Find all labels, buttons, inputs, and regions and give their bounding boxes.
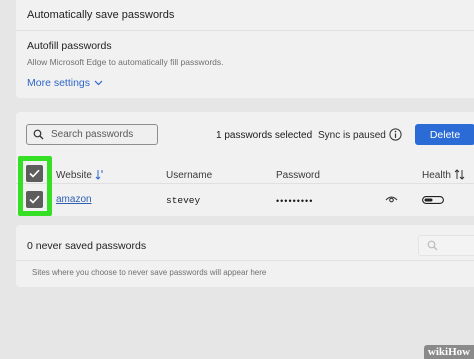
more-settings-label: More settings <box>27 77 91 89</box>
search-icon <box>427 240 438 251</box>
autofill-description: Allow Microsoft Edge to automatically fi… <box>27 57 224 67</box>
health-sort-icon[interactable] <box>454 169 465 180</box>
never-saved-card: 0 never saved passwords Sites where you … <box>16 225 474 287</box>
search-input[interactable] <box>51 129 151 140</box>
info-icon[interactable] <box>389 128 402 141</box>
never-saved-title: 0 never saved passwords <box>27 240 147 252</box>
delete-button[interactable]: Delete <box>415 124 474 145</box>
settings-divider <box>16 30 474 31</box>
selected-count: 1 passwords selected <box>216 130 313 141</box>
sort-icon[interactable] <box>95 169 105 180</box>
autosave-label: Automatically save passwords <box>27 9 175 21</box>
header-divider <box>16 183 474 184</box>
password-column-header: Password <box>276 170 320 181</box>
health-header-label: Health <box>422 170 451 181</box>
table-row-username: stevey <box>166 195 201 206</box>
website-link[interactable]: amazon <box>56 194 92 205</box>
website-header-label: Website <box>56 170 92 181</box>
health-bar-icon <box>422 196 444 204</box>
autofill-title: Autofill passwords <box>27 40 112 52</box>
health-column-header[interactable]: Health <box>422 170 451 181</box>
search-passwords-field[interactable] <box>26 124 158 145</box>
never-saved-divider <box>16 260 474 261</box>
username-column-header: Username <box>166 170 213 181</box>
chevron-down-icon <box>94 80 103 86</box>
search-icon <box>33 129 44 140</box>
never-saved-description: Sites where you choose to never save pas… <box>32 268 267 277</box>
autofill-settings-card: Automatically save passwords Autofill pa… <box>16 0 474 98</box>
checkbox-highlight <box>18 156 52 216</box>
table-row-website[interactable]: amazon <box>56 194 92 205</box>
more-settings-link[interactable]: More settings <box>27 77 103 89</box>
watermark: wikiHow <box>424 345 474 359</box>
saved-passwords-card: 1 passwords selected Sync is paused Dele… <box>16 112 474 216</box>
website-column-header[interactable]: Website <box>56 170 92 181</box>
never-saved-search-field[interactable] <box>418 235 474 256</box>
sync-status: Sync is paused <box>318 130 386 141</box>
eye-icon[interactable] <box>385 195 398 204</box>
table-row-password: ••••••••• <box>276 196 314 206</box>
